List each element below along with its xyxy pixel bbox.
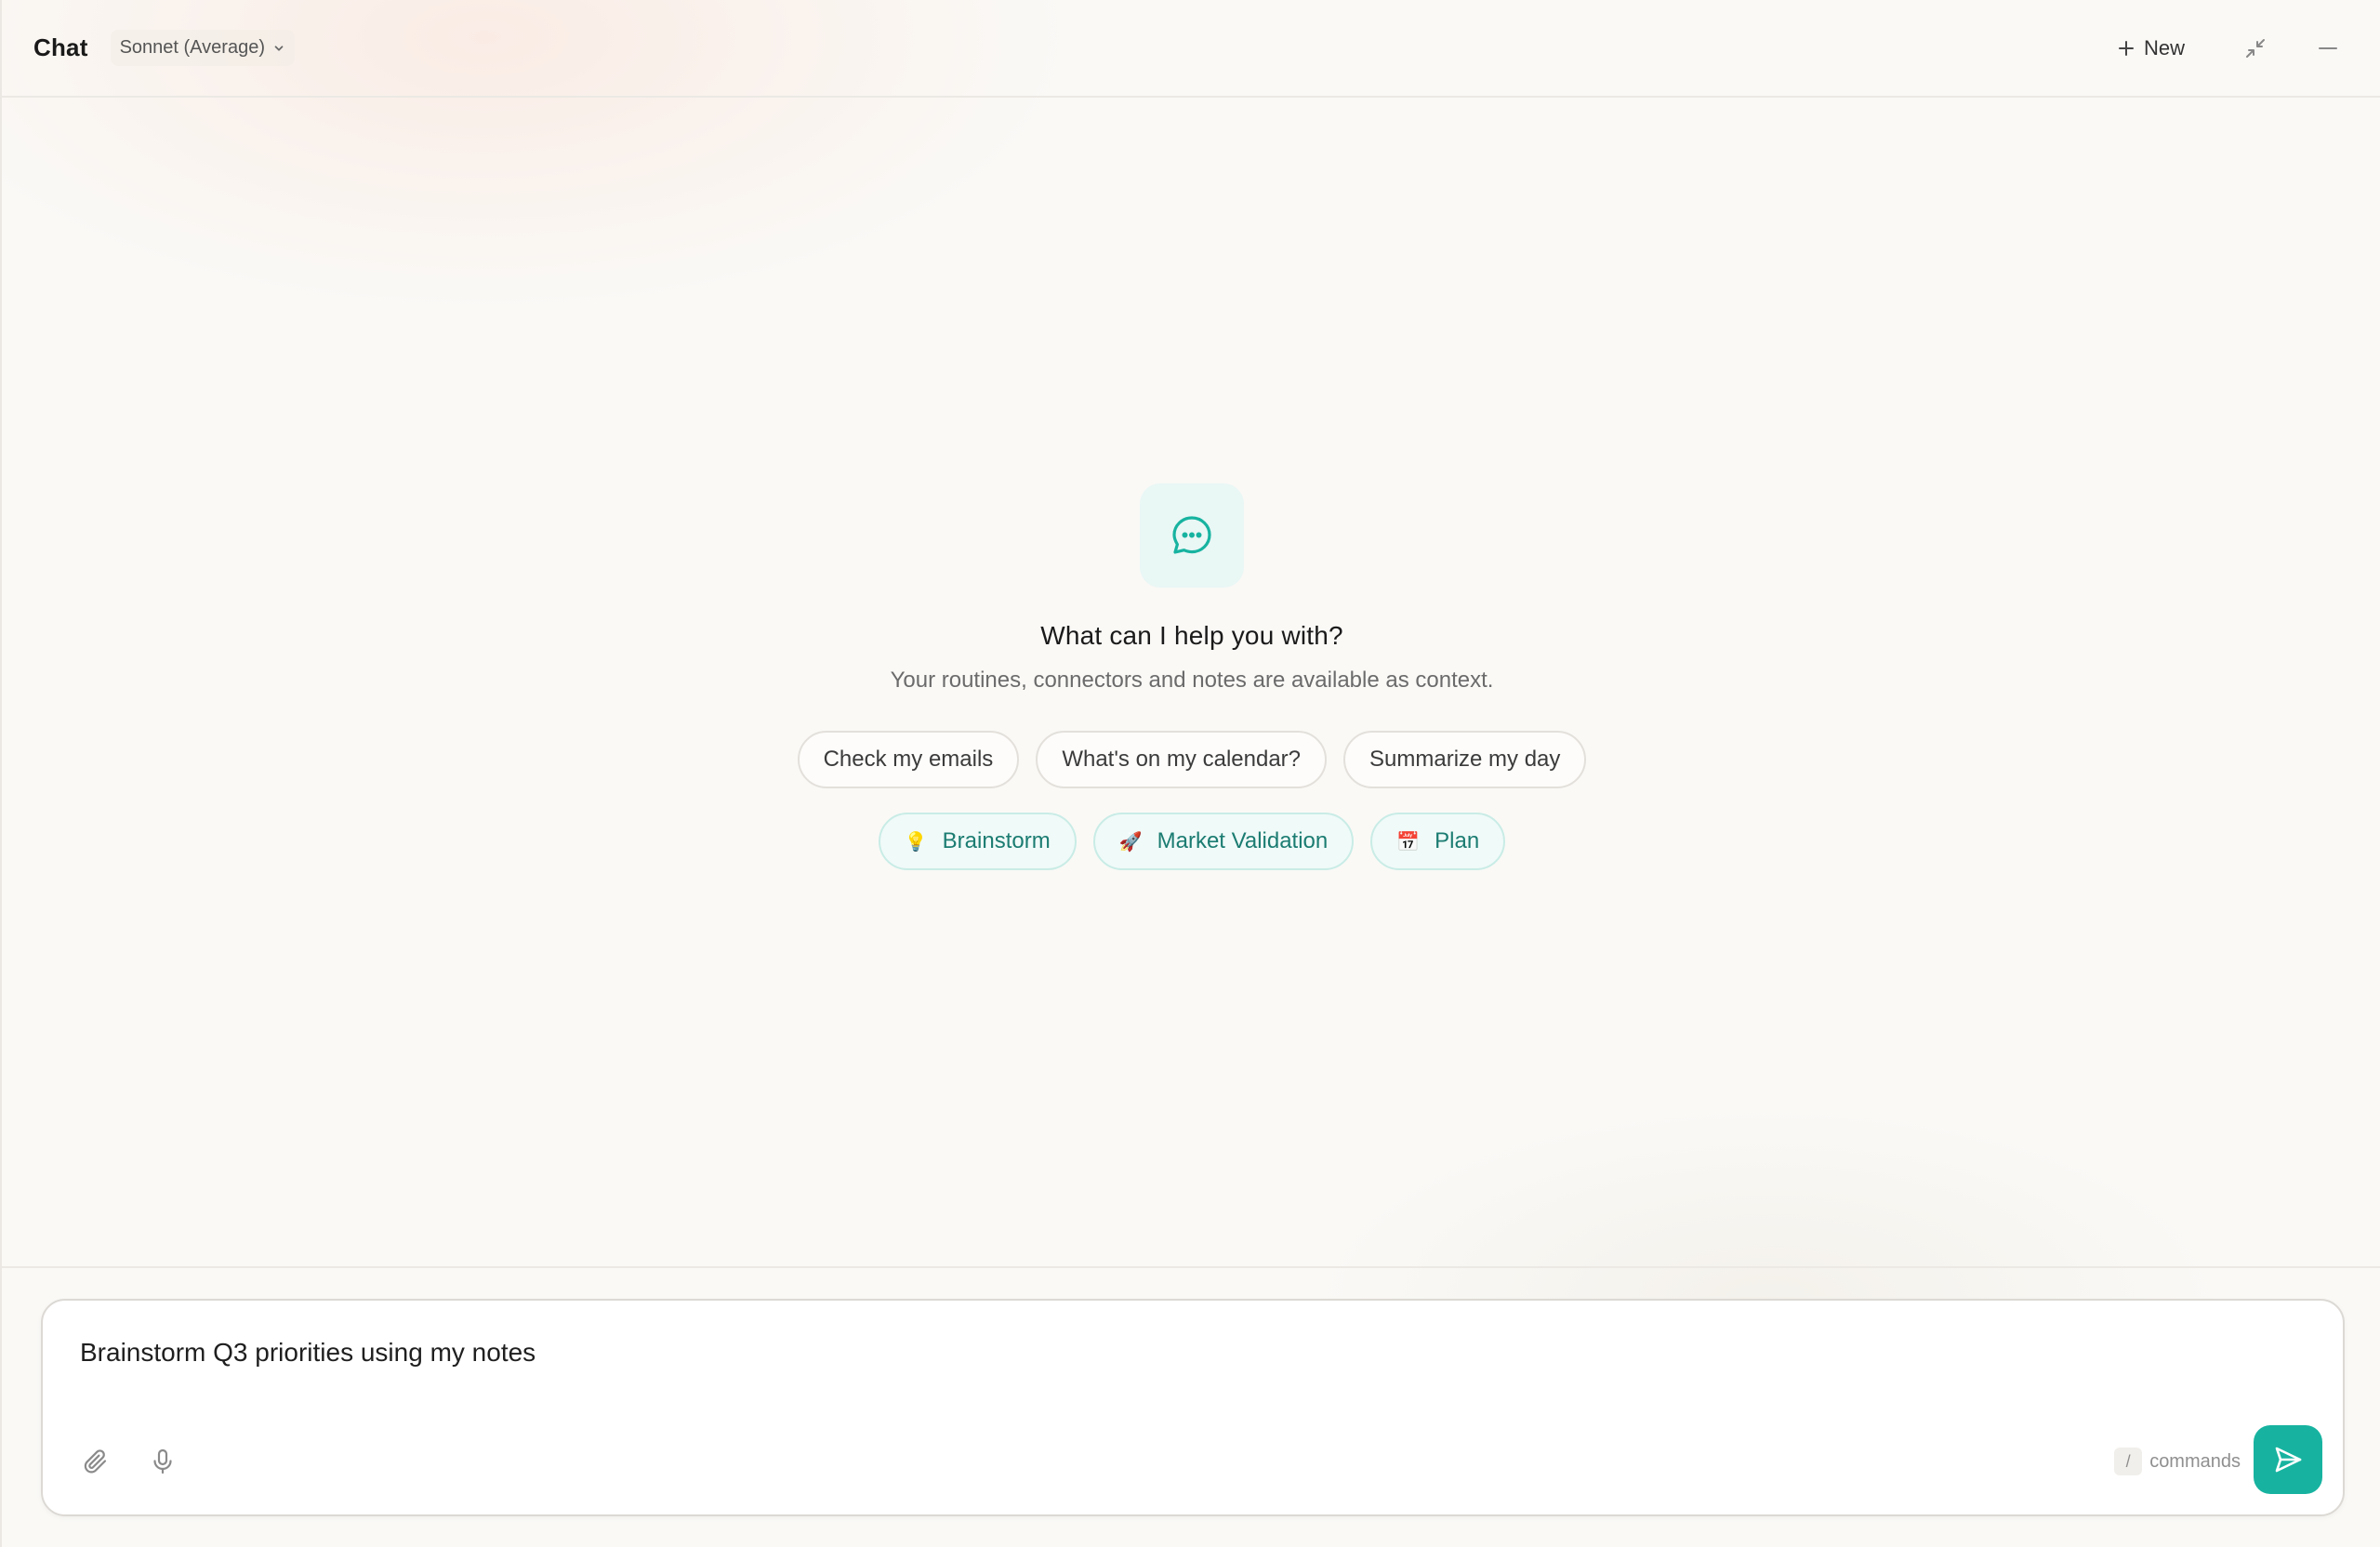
calendar-icon: 📅 (1396, 830, 1421, 853)
lightbulb-icon: 💡 (904, 830, 928, 853)
minimize-button[interactable] (2307, 28, 2348, 69)
suggestion-chip-summarize-day[interactable]: Summarize my day (1343, 731, 1587, 788)
attach-button[interactable] (73, 1438, 119, 1485)
mode-chip-label: Brainstorm (942, 828, 1051, 853)
suggestion-chip-calendar[interactable]: What's on my calendar? (1036, 731, 1328, 788)
mode-chip-market-validation[interactable]: 🚀 Market Validation (1092, 813, 1355, 870)
new-chat-label: New (2143, 35, 2185, 60)
page-title: Chat (33, 33, 88, 61)
header: Chat Sonnet (Average) New (2, 0, 2380, 98)
mode-chip-plan[interactable]: 📅 Plan (1370, 813, 1506, 870)
suggestion-chips: Check my emails What's on my calendar? S… (797, 731, 1587, 788)
composer-divider (2, 1266, 2380, 1268)
mode-chip-label: Plan (1435, 828, 1480, 853)
plus-icon (2118, 40, 2134, 56)
microphone-button[interactable] (139, 1438, 186, 1485)
rocket-icon: 🚀 (1118, 830, 1143, 853)
send-button[interactable] (2254, 1425, 2322, 1494)
chat-badge (1140, 483, 1244, 588)
new-chat-button[interactable]: New (2109, 29, 2194, 68)
empty-state: What can I help you with? Your routines,… (2, 483, 2380, 870)
model-selector-label: Sonnet (Average) (119, 37, 265, 58)
mode-chip-label: Market Validation (1157, 828, 1329, 853)
paperclip-icon (84, 1449, 107, 1474)
chat-bubble-dots-icon (1172, 516, 1211, 554)
commands-hint: / commands (2114, 1448, 2241, 1475)
model-selector[interactable]: Sonnet (Average) (110, 30, 295, 66)
send-icon (2275, 1447, 2302, 1473)
collapse-arrows-icon (2246, 38, 2265, 58)
chevron-down-icon (274, 45, 284, 51)
minus-icon (2319, 46, 2337, 49)
empty-state-subheading: Your routines, connectors and notes are … (890, 668, 1494, 693)
suggestion-chip-check-emails[interactable]: Check my emails (797, 731, 1020, 788)
commands-label: commands (2149, 1450, 2241, 1472)
chat-window: Chat Sonnet (Average) New What can I hel… (0, 0, 2380, 1547)
mode-chips: 💡 Brainstorm 🚀 Market Validation 📅 Plan (878, 813, 1506, 870)
slash-key: / (2114, 1448, 2143, 1475)
header-actions: New (2109, 28, 2348, 69)
message-input[interactable]: Brainstorm Q3 priorities using my notes (80, 1338, 536, 1368)
microphone-icon (153, 1448, 172, 1474)
empty-state-heading: What can I help you with? (1040, 621, 1343, 650)
message-composer[interactable]: Brainstorm Q3 priorities using my notes … (41, 1299, 2345, 1516)
mode-chip-brainstorm[interactable]: 💡 Brainstorm (878, 813, 1077, 870)
collapse-button[interactable] (2235, 28, 2276, 69)
